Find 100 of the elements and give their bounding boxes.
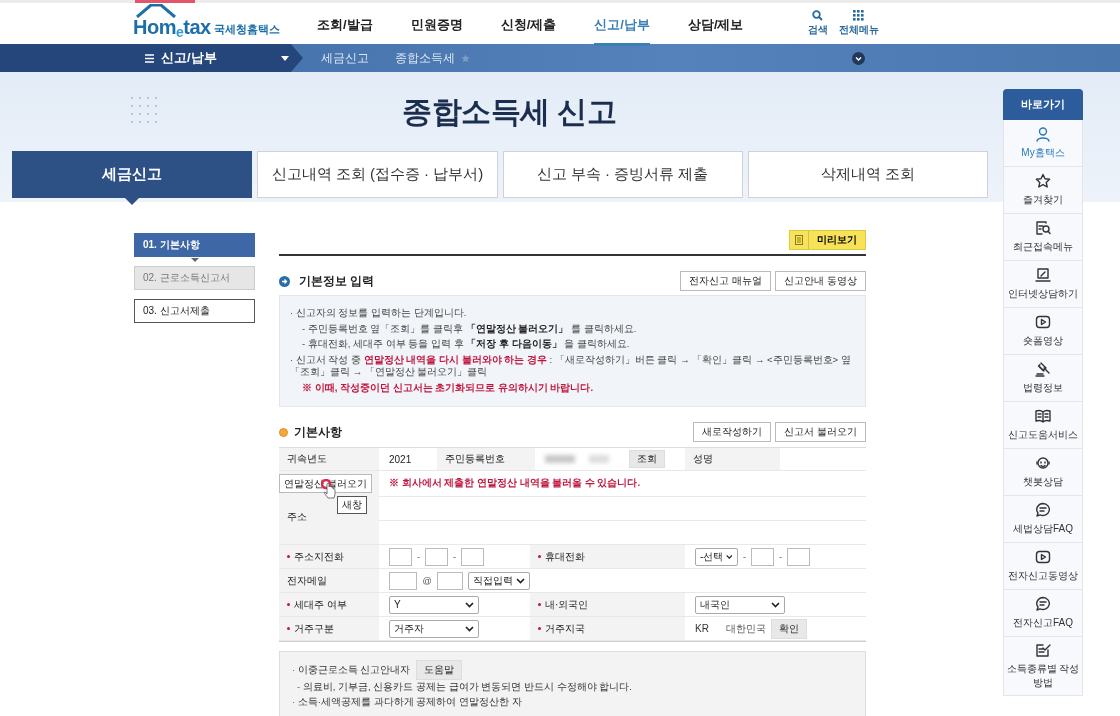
caret-icon[interactable]: [281, 55, 289, 61]
lookup-button[interactable]: 조회: [629, 450, 665, 468]
quick-menu-header: 바로가기: [1003, 89, 1083, 120]
expand-icon[interactable]: [852, 51, 865, 65]
breadcrumb-item[interactable]: 종합소득세: [395, 50, 455, 66]
dropdown[interactable]: Y: [389, 595, 479, 614]
quick-menu-item[interactable]: 소득종류별 작성방법: [1003, 637, 1083, 696]
input-field[interactable]: [461, 547, 484, 566]
nav-item[interactable]: 신청/제출: [500, 1, 557, 46]
pointer-icon: [190, 258, 199, 262]
quick-menu-item[interactable]: 즐겨찾기: [1003, 167, 1083, 214]
dash-separator: -: [417, 551, 420, 562]
field-label: 전자메일: [279, 569, 379, 592]
at-sign: @: [422, 575, 432, 586]
chat-icon: [1035, 502, 1051, 518]
notice-text: - 주민등록번호 옆「조회」를 클릭후 「연말정산 불러오기」 를 클릭하세요.: [301, 322, 638, 335]
chevron-down-icon: [465, 625, 474, 632]
step-item[interactable]: 01. 기본사항: [134, 233, 255, 257]
dot-icon: [279, 427, 288, 437]
quick-menu-item[interactable]: 인터넷상담하기: [1003, 261, 1083, 308]
quick-menu-item[interactable]: My홈택스: [1003, 120, 1083, 167]
step-item[interactable]: 03. 신고서제출: [134, 299, 255, 323]
chat-icon: [1035, 596, 1051, 612]
laptop-icon: [1035, 267, 1051, 283]
input-field[interactable]: [436, 571, 463, 590]
house-icon: [135, 3, 179, 18]
arrow-circle-icon: [279, 275, 290, 287]
dash-separator: -: [779, 551, 782, 562]
input-field[interactable]: [389, 571, 418, 590]
quick-menu-item[interactable]: 숏폼영상: [1003, 308, 1083, 355]
quick-menu-item[interactable]: 신고도움서비스: [1003, 402, 1083, 449]
full-menu-button[interactable]: 전체메뉴: [838, 10, 879, 37]
form-action-button[interactable]: 신고서 불러오기: [775, 422, 866, 442]
list-icon: [795, 235, 803, 245]
edit-icon: [1035, 642, 1051, 658]
input-field[interactable]: [751, 547, 774, 566]
quick-menu-item[interactable]: 법령정보: [1003, 355, 1083, 402]
tab[interactable]: 삭제내역 조회: [747, 151, 988, 198]
grid-icon: [853, 10, 864, 21]
accent-bar: [135, 0, 195, 3]
quick-menu-item[interactable]: 전자신고FAQ: [1003, 590, 1083, 637]
help-button[interactable]: 도움말: [416, 660, 463, 680]
field-label: 주소지전화: [279, 545, 379, 568]
headset-icon: [1035, 455, 1051, 471]
preview-button[interactable]: 미리보기: [789, 230, 866, 250]
field-label: 주민등록번호: [437, 448, 535, 470]
logo-text[interactable]: Hom$_{e}$tax: [133, 15, 211, 40]
chevron-down-icon: [771, 601, 780, 608]
menu-icon: [145, 53, 154, 63]
quick-menu-item[interactable]: 챗봇상담: [1003, 449, 1083, 496]
play-icon: [1035, 314, 1051, 330]
input-field[interactable]: [787, 547, 810, 566]
dropdown[interactable]: -선택: [695, 547, 738, 566]
dash-separator: -: [743, 551, 746, 562]
person-icon: [1035, 126, 1051, 142]
guide-text: - 의료비, 기부금, 신용카드 공제는 급여가 변동되면 반드시 수정해야 합니다.: [297, 681, 632, 694]
guide-button[interactable]: 전자신고 매뉴얼: [680, 271, 772, 291]
notice-text: ※ 회사에서 제출한 연말정산 내역을 불러올 수 있습니다.: [379, 471, 866, 497]
pointer-icon: [125, 198, 140, 205]
breadcrumb-item[interactable]: 세금신고: [321, 50, 369, 66]
menu-title[interactable]: 신고/납부: [161, 49, 217, 67]
star-icon: [1035, 173, 1051, 189]
dropdown[interactable]: 내국인: [695, 595, 785, 614]
country-name: 대한민국: [725, 621, 766, 636]
dash-separator: -: [453, 551, 456, 562]
nav-item[interactable]: 조회/발급: [317, 1, 373, 46]
nav-item[interactable]: 민원증명: [410, 1, 463, 46]
field-value: 2021: [388, 452, 413, 467]
redacted-value: [545, 455, 609, 463]
tab[interactable]: 신고 부속 · 증빙서류 제출: [502, 151, 743, 198]
input-field[interactable]: [425, 547, 448, 566]
gavel-icon: [1035, 361, 1051, 377]
field-label: 휴대전화: [530, 545, 685, 568]
dropdown[interactable]: 거주자: [389, 619, 479, 638]
field-label: 주소: [286, 510, 307, 524]
search-icon: [812, 10, 823, 21]
form-action-button[interactable]: 새로작성하기: [693, 422, 772, 442]
dropdown[interactable]: 직접입력: [468, 571, 530, 590]
notice-text: ※ 이때, 작성중이던 신고서는 초기화되므로 유의하시기 바랍니다.: [301, 381, 595, 394]
quick-menu-item[interactable]: 최근접속메뉴: [1003, 214, 1083, 261]
field-label: 귀속년도: [279, 448, 379, 470]
confirm-button[interactable]: 확인: [770, 618, 807, 639]
tab[interactable]: 신고내역 조회 (접수증 · 납부서): [257, 151, 498, 198]
quick-menu-item[interactable]: 세법상담FAQ: [1003, 496, 1083, 543]
guide-button[interactable]: 신고안내 동영상: [775, 271, 866, 291]
book-icon: [1035, 408, 1051, 424]
input-field[interactable]: [389, 547, 412, 566]
country-code: KR: [695, 623, 709, 634]
field-label: 내·외국인: [530, 593, 685, 616]
quick-menu-item[interactable]: 전자신고동영상: [1003, 543, 1083, 590]
star-icon[interactable]: [461, 53, 470, 63]
search-button[interactable]: 검색: [807, 10, 828, 37]
field-label: 성명: [685, 448, 780, 470]
nav-item[interactable]: 상담/제보: [687, 1, 744, 46]
logo-caption: 국세청홈택스: [213, 21, 280, 37]
chevron-down-icon: [726, 553, 733, 560]
play-icon: [1035, 549, 1051, 565]
section-title: 기본정보 입력: [299, 273, 375, 289]
notice-text: · 신고서 작성 중 연말정산 내역을 다시 불러와야 하는 경우 : 「새로작성하기」버튼 클릭 → 「확인」클릭 → <주민등록번호> 옆「조회」클릭 → 「연말정산 불러오기」클릭: [290, 353, 852, 379]
tab[interactable]: 세금신고: [12, 151, 253, 198]
